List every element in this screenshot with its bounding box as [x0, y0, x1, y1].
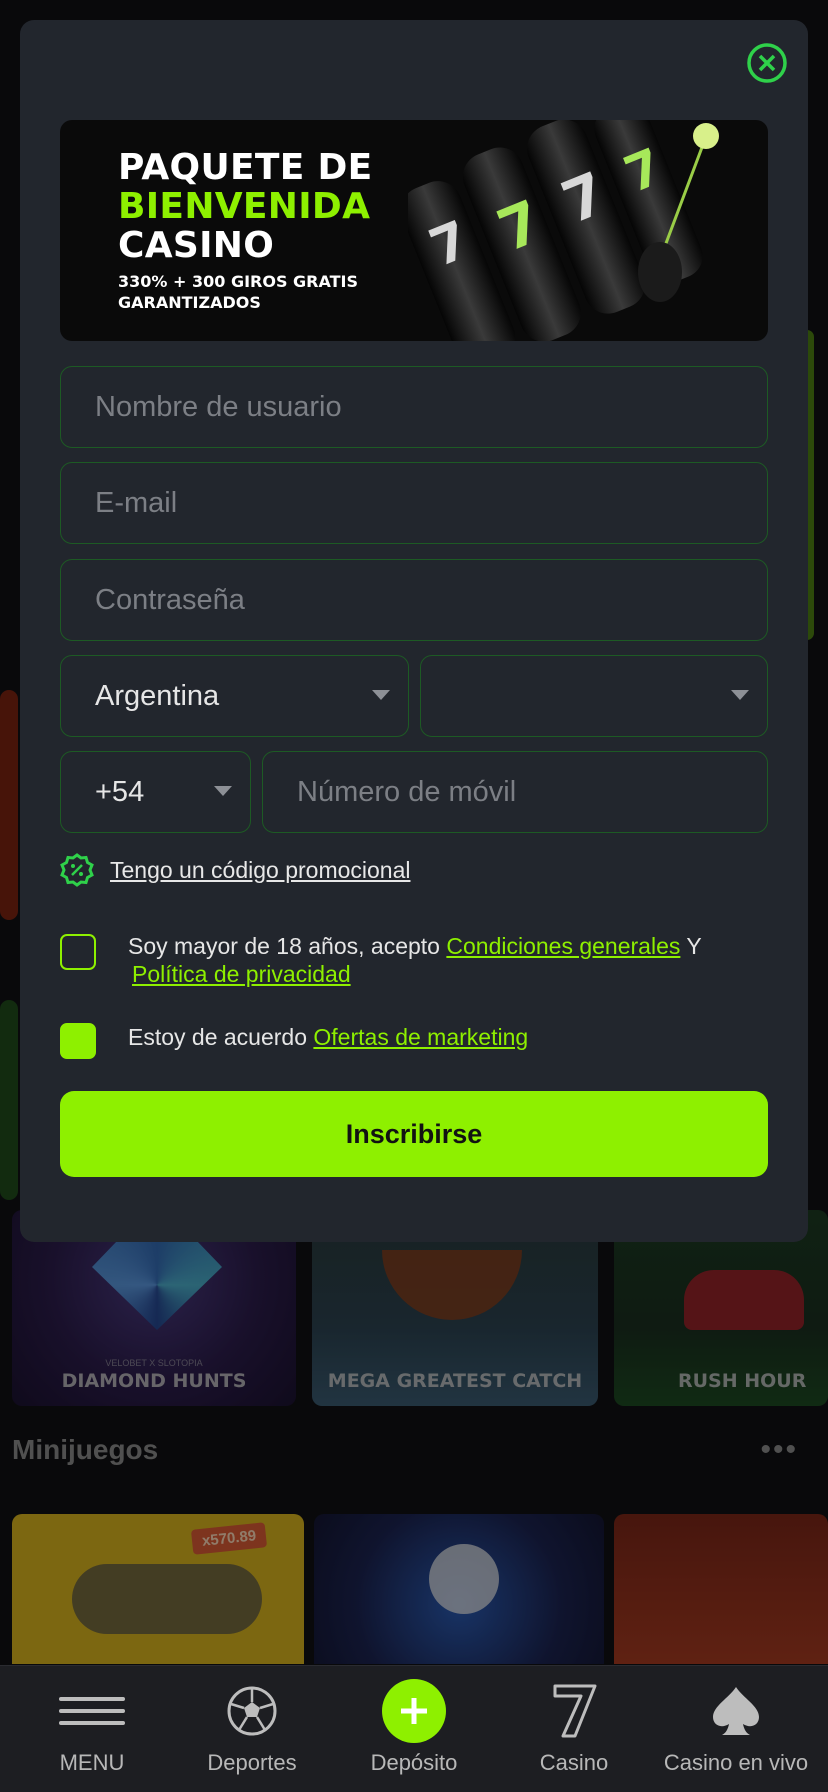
- banner-line-1: PAQUETE DE: [118, 147, 373, 188]
- nav-item-casino[interactable]: Casino: [494, 1666, 654, 1792]
- privacy-link[interactable]: Política de privacidad: [132, 961, 351, 987]
- soccer-ball-icon: [172, 1682, 332, 1740]
- nav-item-menu[interactable]: MENU: [12, 1666, 172, 1792]
- conditions-link[interactable]: Condiciones generales: [446, 933, 680, 959]
- terms-text: Soy mayor de 18 años, acepto Condiciones…: [128, 932, 702, 988]
- terms-conjunction: Y: [686, 933, 702, 959]
- username-input[interactable]: [95, 390, 767, 424]
- marketing-row: Estoy de acuerdo Ofertas de marketing: [60, 1023, 528, 1059]
- country-select[interactable]: Argentina: [60, 655, 409, 737]
- nav-label: MENU: [59, 1750, 125, 1775]
- plus-icon: [382, 1679, 446, 1743]
- password-input[interactable]: [95, 583, 767, 617]
- terms-row: Soy mayor de 18 años, acepto Condiciones…: [60, 932, 702, 988]
- phone-number-field[interactable]: [262, 751, 768, 833]
- nav-item-sports[interactable]: Deportes: [172, 1666, 332, 1792]
- marketing-text: Estoy de acuerdo Ofertas de marketing: [128, 1023, 528, 1059]
- chevron-down-icon: [214, 786, 232, 796]
- welcome-bonus-banner[interactable]: PAQUETE DE BIENVENIDA CASINO 330% + 300 …: [60, 120, 768, 341]
- email-input[interactable]: [95, 486, 767, 520]
- nav-label: Casino: [539, 1750, 609, 1775]
- password-field[interactable]: [60, 559, 768, 641]
- nav-item-deposit[interactable]: Depósito: [334, 1666, 494, 1792]
- banner-line-3: CASINO: [118, 225, 275, 266]
- currency-select[interactable]: [420, 655, 768, 737]
- close-icon: [747, 43, 787, 83]
- nav-label: Casino en vivo: [663, 1750, 809, 1775]
- deposit-icon-wrap: [334, 1679, 494, 1743]
- nav-label: Deportes: [207, 1750, 297, 1775]
- banner-line-2: BIENVENIDA: [118, 186, 371, 227]
- promo-code-link[interactable]: Tengo un código promocional: [110, 857, 410, 884]
- email-field[interactable]: [60, 462, 768, 544]
- nav-label: Depósito: [370, 1750, 458, 1775]
- marketing-link[interactable]: Ofertas de marketing: [313, 1024, 528, 1050]
- slot-machine-image: 7 7 7 7: [408, 120, 719, 341]
- chevron-down-icon: [372, 690, 390, 700]
- registration-modal: PAQUETE DE BIENVENIDA CASINO 330% + 300 …: [20, 20, 808, 1242]
- banner-subtitle-1: 330% + 300 GIROS GRATIS: [118, 272, 359, 291]
- register-button[interactable]: Inscribirse: [60, 1091, 768, 1177]
- marketing-checkbox[interactable]: [60, 1023, 96, 1059]
- phone-code-value: +54: [95, 775, 145, 808]
- phone-code-select[interactable]: +54: [60, 751, 251, 833]
- chevron-down-icon: [731, 690, 749, 700]
- promo-badge-icon: [60, 853, 94, 887]
- close-button[interactable]: [746, 42, 788, 84]
- banner-subtitle: 330% + 300 GIROS GRATIS GARANTIZADOS: [118, 271, 373, 313]
- seven-icon: [494, 1682, 654, 1740]
- nav-item-live-casino[interactable]: Casino en vivo: [654, 1666, 818, 1792]
- spade-icon: [654, 1682, 818, 1740]
- phone-number-input[interactable]: [297, 775, 767, 809]
- menu-icon: [12, 1682, 172, 1740]
- promo-code-toggle[interactable]: Tengo un código promocional: [60, 853, 410, 887]
- banner-subtitle-2: GARANTIZADOS: [118, 293, 261, 312]
- marketing-prefix: Estoy de acuerdo: [128, 1024, 308, 1050]
- username-field[interactable]: [60, 366, 768, 448]
- banner-text: PAQUETE DE BIENVENIDA CASINO 330% + 300 …: [118, 148, 373, 313]
- terms-checkbox[interactable]: [60, 934, 96, 970]
- bottom-nav: MENU Deportes Depósito Casino Casino en …: [0, 1665, 828, 1792]
- terms-prefix: Soy mayor de 18 años, acepto: [128, 933, 440, 959]
- country-value: Argentina: [95, 679, 220, 712]
